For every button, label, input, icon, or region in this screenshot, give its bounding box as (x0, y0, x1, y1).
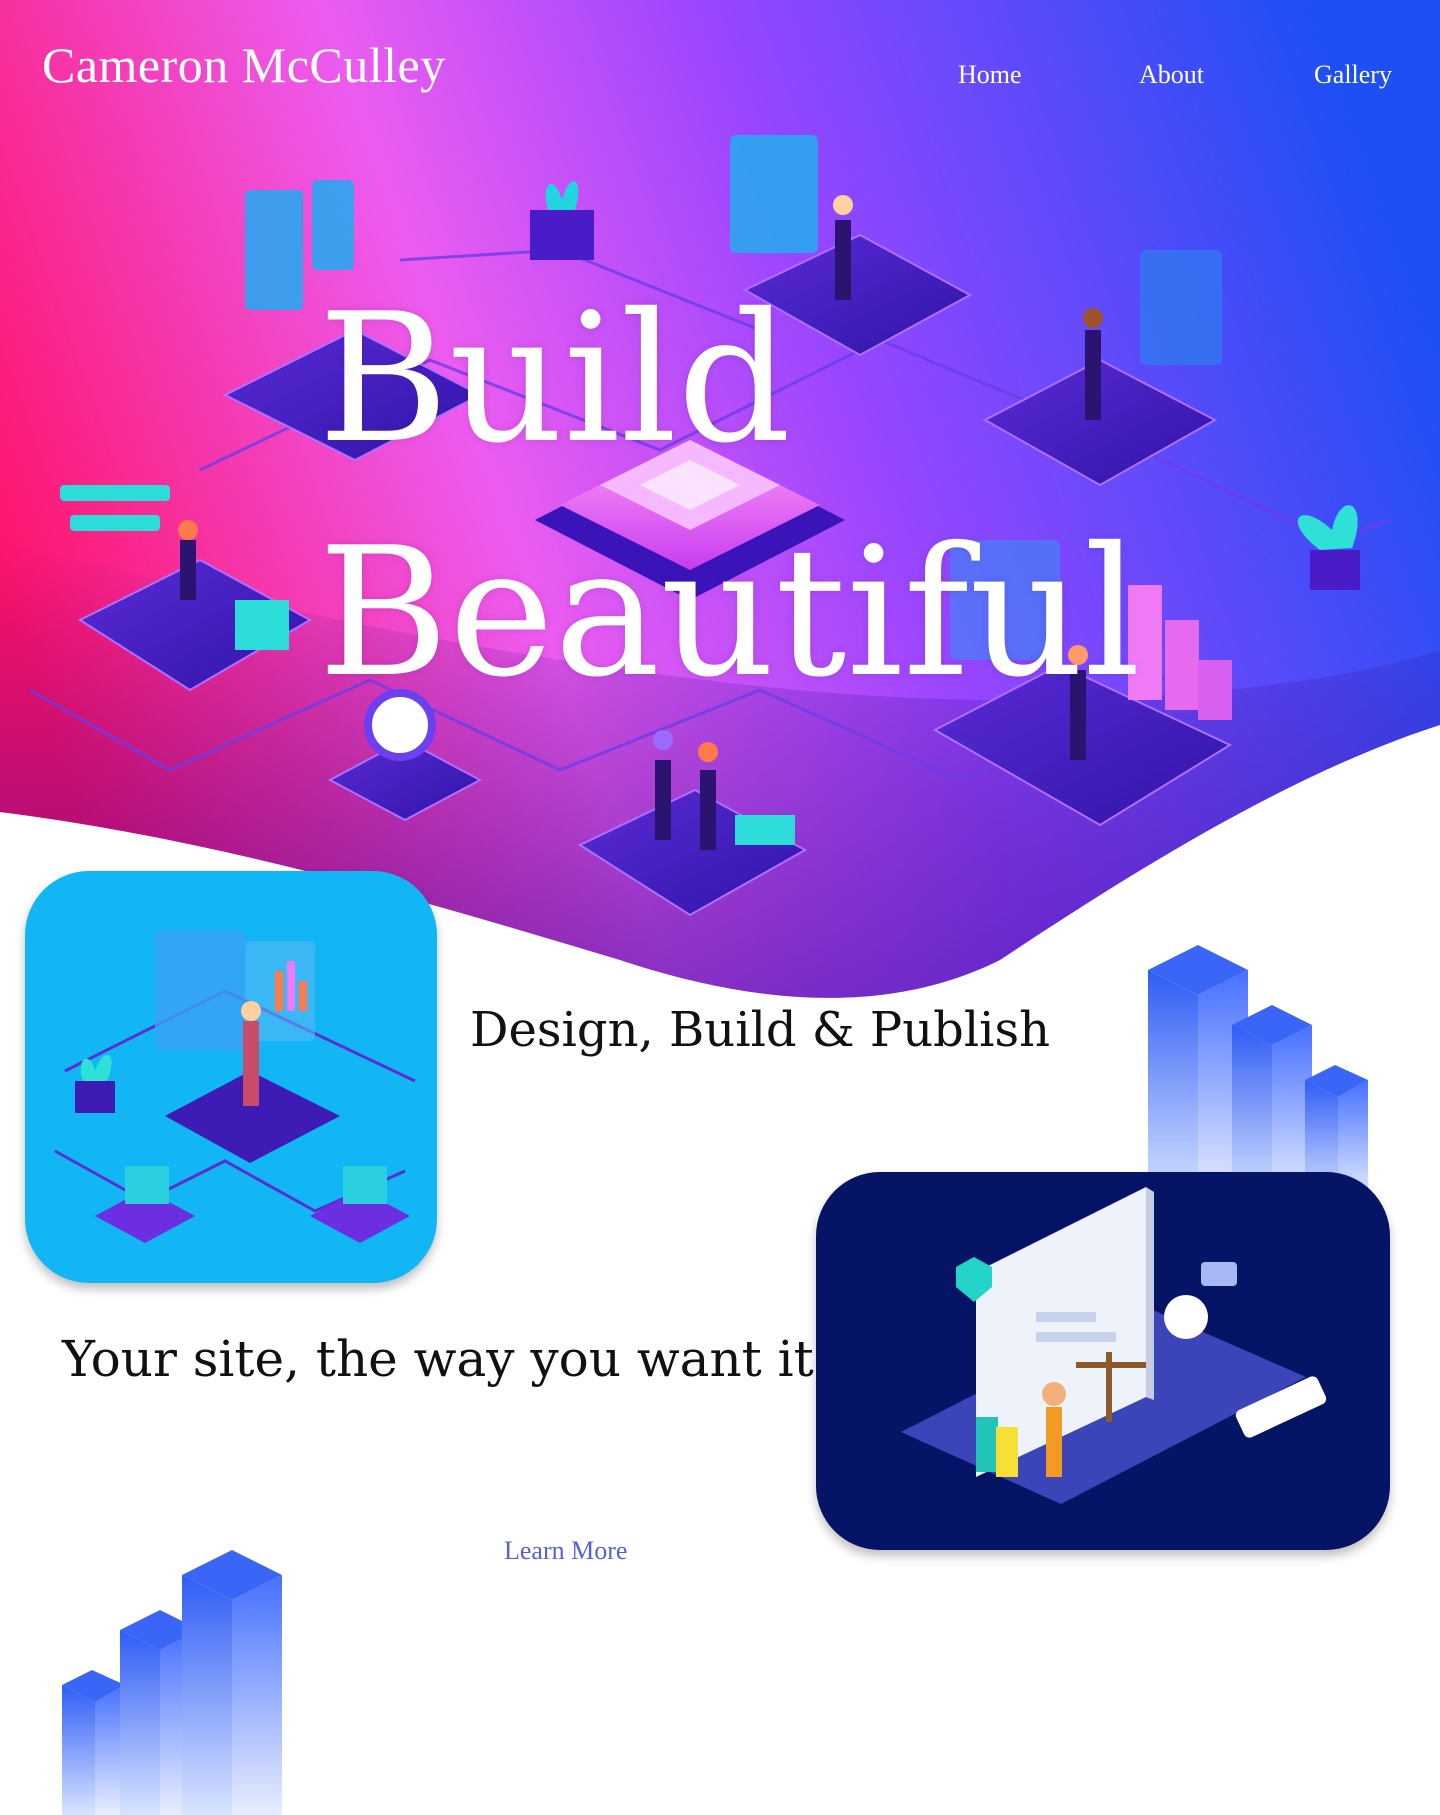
bar-graphic-decoration-bottom (62, 1550, 282, 1815)
legal-illustration (901, 1187, 1327, 1504)
illustration-card-legal (816, 1172, 1390, 1550)
hero-section: Cameron McCulley Home About Gallery Buil… (0, 0, 1440, 1010)
nav-home[interactable]: Home (958, 60, 1022, 90)
main-nav: Home About Gallery (0, 60, 1440, 100)
bar-graphic-decoration (1148, 945, 1368, 1200)
marketing-illustration (54, 931, 416, 1243)
hero-title-line-2: Beautiful (318, 509, 1141, 716)
section-heading-your-site: Your site, the way you want it (62, 1330, 814, 1388)
hero-title: Build Beautiful (318, 262, 1141, 730)
nav-about[interactable]: About (1139, 60, 1204, 90)
section-heading-design: Design, Build & Publish (470, 1002, 1051, 1058)
nav-gallery[interactable]: Gallery (1314, 60, 1392, 90)
illustration-card-marketing (25, 871, 437, 1283)
hero-title-line-1: Build (318, 275, 792, 482)
learn-more-link[interactable]: Learn More (504, 1536, 627, 1566)
